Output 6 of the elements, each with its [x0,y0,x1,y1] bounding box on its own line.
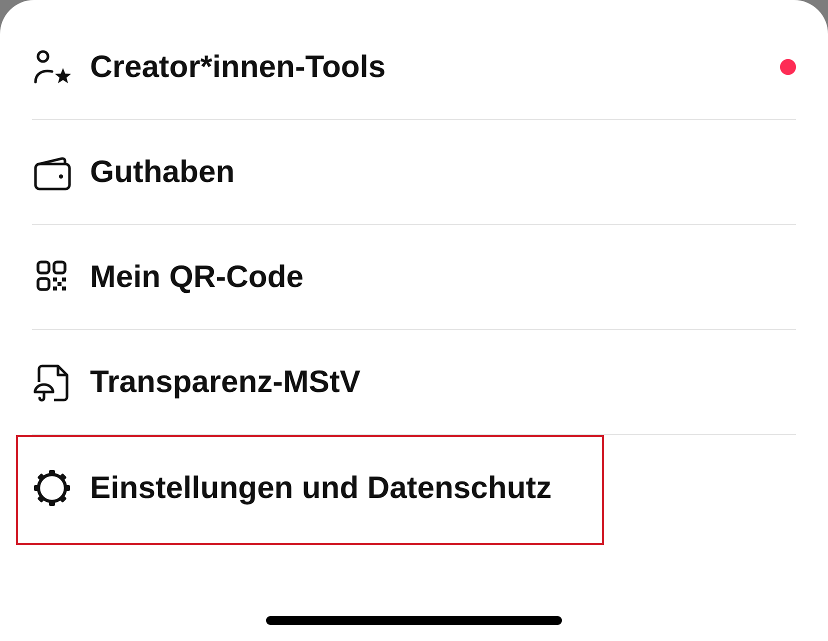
settings-icon [32,468,72,508]
menu-item[interactable]: Transparenz-MStV [32,362,360,402]
menu-item[interactable]: Creator*innen-Tools [32,47,386,87]
menu-item[interactable]: Guthaben [32,152,235,192]
menu-item[interactable]: Einstellungen und Datenschutz [32,468,552,508]
menu-item[interactable]: Mein QR-Code [32,257,304,297]
